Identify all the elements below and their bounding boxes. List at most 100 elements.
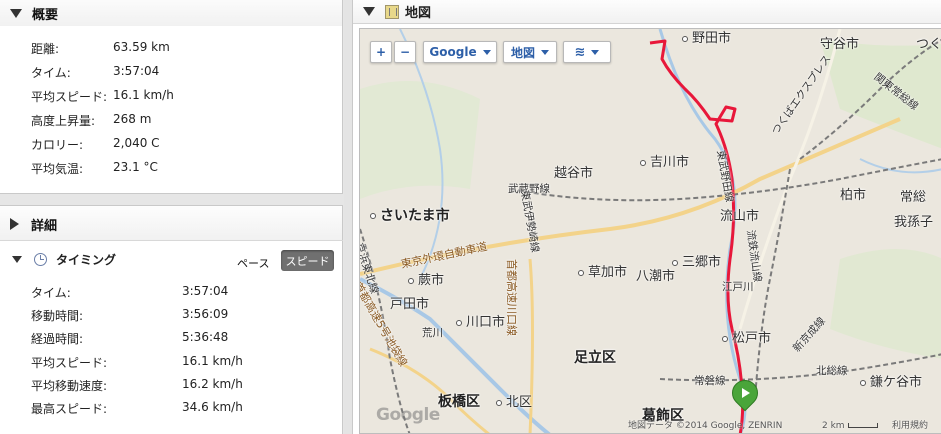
summary-header[interactable]: 概要	[0, 0, 342, 26]
timing-value-max-speed: 34.6 km/h	[182, 400, 243, 414]
zoom-in-button[interactable]: +	[370, 41, 392, 63]
map-label-arakawa: 荒川	[422, 327, 443, 339]
map-label-joban: 常磐線	[694, 375, 726, 387]
map-label-koshigaya: 越谷市	[554, 166, 594, 181]
map-attribution: 地図データ ©2014 Google, ZENRIN	[628, 421, 783, 431]
chevron-down-icon	[541, 49, 549, 55]
summary-value-distance: 63.59 km	[113, 40, 170, 54]
provider-dropdown[interactable]: Google	[423, 41, 497, 63]
city-dot-icon	[682, 35, 688, 42]
summary-label-calories: カロリー:	[31, 138, 84, 152]
divider	[0, 240, 343, 241]
summary-panel: 概要 距離: 63.59 km タイム: 3:57:04 平均スピード: 16.…	[0, 0, 343, 194]
map-label-noda: 野田市	[682, 29, 731, 46]
summary-title: 概要	[32, 7, 59, 23]
map-title: 地図	[405, 6, 432, 21]
timing-value-time: 3:57:04	[182, 284, 229, 298]
disclosure-down-icon[interactable]	[12, 256, 22, 263]
city-dot-icon	[640, 159, 646, 166]
timing-title: タイミング	[56, 253, 117, 267]
city-dot-icon	[578, 269, 584, 276]
timing-value-avg-speed: 16.1 km/h	[182, 354, 243, 368]
map-label-matsudo: 松戸市	[722, 327, 771, 346]
map-label-yoshikawa: 吉川市	[640, 151, 689, 170]
map-label-joso: 常総	[900, 190, 927, 205]
map-scale: 2 km	[822, 421, 878, 431]
timing-value-avg-moving-speed: 16.2 km/h	[182, 377, 243, 391]
layers-icon: ≋	[574, 44, 586, 60]
timing-value-elapsed-time: 5:36:48	[182, 330, 229, 344]
disclosure-down-icon[interactable]	[363, 7, 375, 16]
map-label-itabashi: 板橋区	[438, 394, 480, 410]
map-label-tsukuba: つく	[916, 37, 941, 52]
speed-toggle-button[interactable]: スピード	[281, 250, 334, 271]
city-dot-icon	[496, 399, 502, 406]
timing-label-max-speed: 最高スピード:	[31, 402, 108, 416]
summary-value-elevation: 268 m	[113, 112, 152, 126]
details-title: 詳細	[31, 218, 58, 234]
map-label-soka: 草加市	[578, 261, 627, 280]
provider-label: Google	[429, 45, 477, 59]
map-label-route-saitama: 首都高速川口線	[505, 259, 518, 336]
play-icon	[742, 388, 750, 398]
map-canvas[interactable]: + − Google 地図 ≋ 野田市 守谷市 つく 関東常総線 吉川市 越谷市…	[359, 28, 941, 434]
summary-value-temperature: 23.1 °C	[113, 160, 158, 174]
summary-label-distance: 距離:	[31, 42, 60, 56]
details-panel: 詳細 タイミング ペース スピード タイム: 3:57:04 移動時間: 3:5…	[0, 205, 343, 434]
google-watermark: Google	[376, 405, 440, 425]
details-header[interactable]: 詳細	[0, 206, 342, 240]
timing-value-moving-time: 3:56:09	[182, 307, 229, 321]
map-label-sangou: 三郷市	[672, 251, 721, 270]
summary-value-time: 3:57:04	[113, 64, 160, 78]
summary-value-calories: 2,040 C	[113, 136, 160, 150]
city-dot-icon	[860, 379, 866, 386]
map-label-saitama: さいたま市	[370, 205, 450, 225]
timing-label-avg-speed: 平均スピード:	[31, 356, 108, 370]
city-dot-icon	[722, 335, 728, 342]
map-label-warabi: 蕨市	[408, 269, 444, 288]
summary-label-elevation: 高度上昇量:	[31, 114, 96, 128]
map-label-adachi: 足立区	[574, 350, 616, 366]
map-label-yashio: 八潮市	[636, 269, 676, 284]
summary-label-temperature: 平均気温:	[31, 162, 84, 176]
green-area	[360, 81, 480, 199]
map-label-kashiwa: 柏市	[840, 188, 867, 203]
pace-toggle-button[interactable]: ペース	[237, 255, 269, 271]
map-terms-link[interactable]: 利用規約	[892, 418, 928, 431]
chevron-down-icon	[482, 49, 491, 55]
city-dot-icon	[370, 213, 376, 219]
timing-label-avg-moving-speed: 平均移動速度:	[31, 379, 108, 393]
map-header[interactable]: 地図	[353, 0, 941, 24]
stats-column: 概要 距離: 63.59 km タイム: 3:57:04 平均スピード: 16.…	[0, 0, 344, 434]
map-label-kamagaya: 鎌ケ谷市	[860, 371, 922, 390]
map-label-moriya: 守谷市	[820, 37, 860, 52]
timing-label-elapsed-time: 経過時間:	[31, 332, 84, 346]
city-dot-icon	[408, 277, 414, 284]
map-panel: 地図 + − Google 地図 ≋ 野田市 守谷市 つく 関東常総線 吉川市 …	[352, 0, 941, 434]
layers-dropdown[interactable]: ≋	[563, 41, 611, 63]
map-label-hokuso: 北総線	[816, 365, 848, 377]
map-type-dropdown[interactable]: 地図	[503, 41, 557, 63]
map-icon	[385, 4, 399, 19]
city-dot-icon	[456, 319, 462, 326]
summary-label-avg-speed: 平均スピード:	[31, 90, 108, 104]
map-base-layer	[360, 29, 941, 433]
map-label-toda: 戸田市	[390, 297, 430, 312]
map-label-kita: 北区	[496, 391, 532, 410]
map-label-nagareyama: 流山市	[720, 209, 760, 224]
summary-label-time: タイム:	[31, 66, 71, 80]
disclosure-right-icon[interactable]	[10, 218, 19, 230]
clock-icon	[34, 253, 47, 266]
map-label-kawaguchi: 川口市	[456, 311, 505, 330]
map-label-abiko: 我孫子	[894, 215, 934, 230]
map-label-edogawa: 江戸川	[722, 281, 754, 293]
map-type-label: 地図	[510, 45, 535, 60]
chevron-down-icon	[591, 49, 600, 55]
timing-header[interactable]: タイミング	[12, 251, 116, 268]
scale-bar	[847, 423, 878, 428]
timing-label-moving-time: 移動時間:	[31, 309, 84, 323]
timing-label-time: タイム:	[31, 286, 71, 300]
zoom-out-button[interactable]: −	[394, 41, 416, 63]
summary-value-avg-speed: 16.1 km/h	[113, 88, 174, 102]
disclosure-down-icon[interactable]	[10, 8, 22, 18]
